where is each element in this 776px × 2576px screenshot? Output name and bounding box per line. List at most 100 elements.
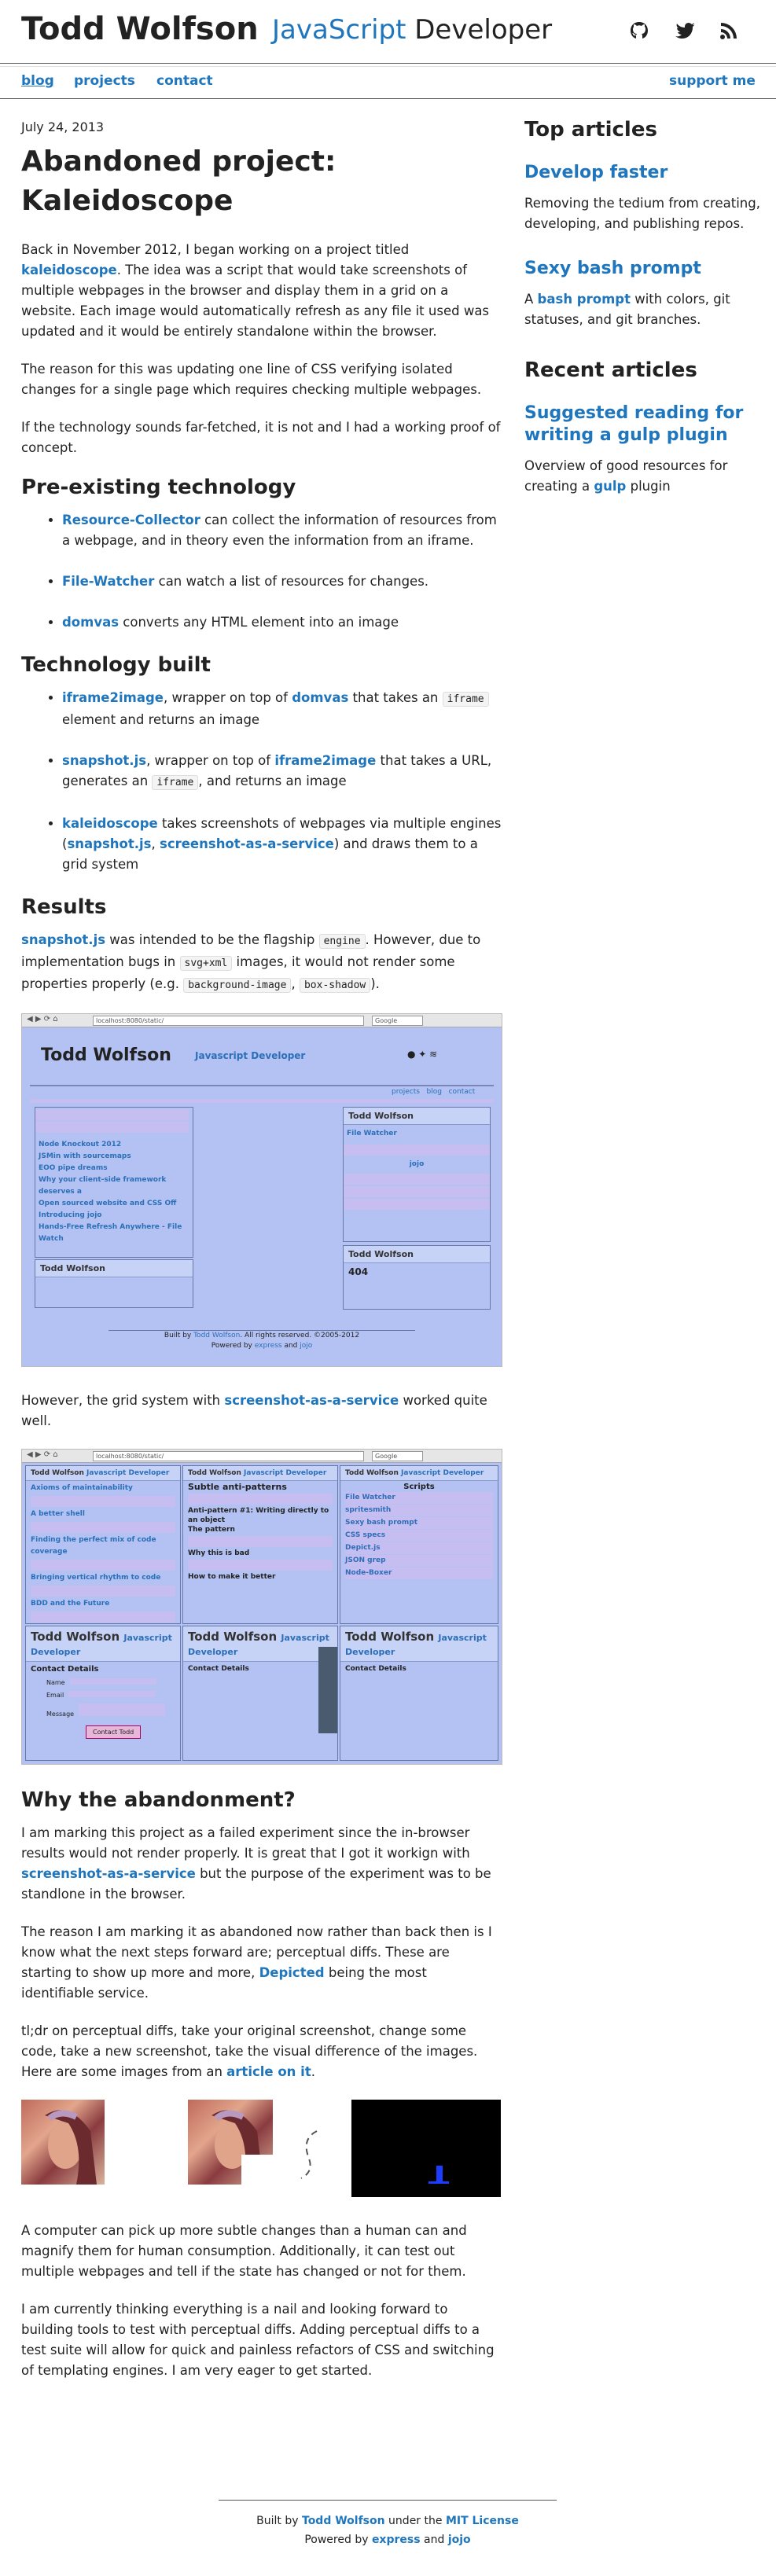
- snapshot-link[interactable]: snapshot.js: [67, 836, 151, 851]
- file-watcher-link[interactable]: File-Watcher: [62, 574, 154, 589]
- list-item: domvas converts any HTML element into an…: [62, 612, 502, 633]
- jojo-link[interactable]: jojo: [448, 2534, 471, 2546]
- field-box: [68, 1691, 156, 1697]
- pane-bar: [188, 1536, 333, 1547]
- text: and: [420, 2534, 448, 2546]
- list-item: iframe2image, wrapper on top of domvas t…: [62, 688, 502, 730]
- screenshot-service-link[interactable]: screenshot-as-a-service: [160, 836, 334, 851]
- end-paragraph-2: I am currently thinking everything is a …: [21, 2302, 495, 2378]
- depicted-link[interactable]: Depicted: [259, 1965, 325, 1980]
- pre-existing-heading: Pre-existing technology: [21, 476, 296, 499]
- kaleidoscope-link[interactable]: kaleidoscope: [21, 263, 117, 277]
- grid-pane: Todd Wolfson Javascript Developer Axioms…: [25, 1465, 181, 1624]
- pane-header: Todd Wolfson Javascript Developer: [26, 1466, 180, 1481]
- pane-bar: [344, 1186, 490, 1197]
- browser-toolbar: ◀ ▶ ⟳ ⌂ localhost:8080/static/ Google: [22, 1014, 502, 1027]
- express-link[interactable]: express: [372, 2534, 421, 2546]
- screenshot-service-link[interactable]: screenshot-as-a-service: [224, 1393, 399, 1408]
- pane-bar: [188, 1494, 333, 1505]
- list-item: BDD and the Future: [31, 1600, 110, 1608]
- domvas-link[interactable]: domvas: [62, 615, 119, 630]
- author-link[interactable]: Todd Wolfson: [302, 2515, 385, 2527]
- list-item: Depict.js: [345, 1542, 493, 1554]
- page-nav: projects blog contact: [392, 1088, 475, 1096]
- list-item: Node Knockout 2012: [39, 1141, 122, 1148]
- recent-article-desc: Overview of good resources for creating …: [524, 456, 760, 497]
- site-footer: Built by Todd Wolfson under the MIT Lice…: [219, 2500, 557, 2549]
- nav-item: blog: [426, 1088, 442, 1096]
- field-label: Name: [46, 1679, 65, 1686]
- list-item: EOO pipe dreams: [39, 1164, 108, 1172]
- contact-field: Email: [46, 1691, 175, 1699]
- pane-bar: [188, 1560, 333, 1571]
- top-article-link[interactable]: Sexy bash prompt: [524, 258, 760, 280]
- site-name[interactable]: Todd Wolfson: [21, 11, 259, 47]
- list-item: spritesmith: [345, 1505, 493, 1516]
- list-item: File Watcher: [345, 1492, 493, 1504]
- list-item: kaleidoscope takes screenshots of webpag…: [62, 814, 502, 875]
- nav-item: contact: [448, 1088, 476, 1096]
- article-link[interactable]: article on it: [226, 2064, 311, 2079]
- pane-subtitle: How to make it better: [188, 1573, 276, 1581]
- pane-bar: [344, 1174, 490, 1185]
- text: converts any HTML element into an image: [119, 615, 399, 630]
- main-nav: blog projects contact support me: [0, 66, 776, 99]
- list-item: jojo: [409, 1160, 425, 1168]
- nav-blog[interactable]: blog: [21, 73, 54, 89]
- top-articles-heading: Top articles: [524, 118, 657, 141]
- field-label: Message: [46, 1711, 75, 1718]
- pane-title: Subtle anti-patterns: [188, 1482, 287, 1492]
- divider: [30, 1099, 494, 1103]
- bash-prompt-link[interactable]: bash prompt: [538, 292, 631, 307]
- iframe2image-link[interactable]: iframe2image: [274, 753, 376, 768]
- nav-support[interactable]: support me: [669, 73, 756, 89]
- right-pane-2: Todd Wolfson 404: [343, 1245, 491, 1310]
- license-link[interactable]: MIT License: [446, 2515, 519, 2527]
- results-heading: Results: [21, 895, 107, 919]
- screenshot-service-link[interactable]: screenshot-as-a-service: [21, 1866, 196, 1881]
- nav-projects[interactable]: projects: [74, 73, 135, 89]
- right-pane: Todd Wolfson File Watcher jojo: [343, 1107, 491, 1242]
- twitter-icon[interactable]: [675, 20, 698, 44]
- back-forward-icon: ◀ ▶ ⟳ ⌂: [27, 1450, 58, 1459]
- domvas-link[interactable]: domvas: [292, 690, 348, 705]
- diff-image: [351, 2100, 501, 2197]
- snapshot-link[interactable]: snapshot.js: [21, 932, 105, 947]
- text: Powered by: [304, 2534, 372, 2546]
- text: Todd Wolfson: [31, 1630, 120, 1644]
- text: . All rights reserved. ©2005-2012: [240, 1332, 360, 1339]
- rss-icon[interactable]: [719, 20, 742, 44]
- github-icon[interactable]: [629, 20, 653, 44]
- page-title: Todd Wolfson: [41, 1045, 171, 1065]
- code-svgxml: svg+xml: [179, 956, 233, 971]
- role-rest: Developer: [406, 14, 553, 46]
- text: Todd Wolfson: [188, 1630, 278, 1644]
- search-bar: Google: [372, 1016, 423, 1026]
- grid-pane: Todd Wolfson Javascript Developer Subtle…: [182, 1465, 338, 1624]
- iframe2image-link[interactable]: iframe2image: [62, 690, 164, 705]
- intro-paragraph-3: If the technology sounds far-fetched, it…: [21, 420, 501, 455]
- nav-contact[interactable]: contact: [156, 73, 213, 89]
- contact-title: Contact Details: [31, 1665, 99, 1674]
- gulp-link[interactable]: gulp: [594, 479, 626, 494]
- link: jojo: [300, 1342, 313, 1350]
- snapshot-link[interactable]: snapshot.js: [62, 753, 146, 768]
- site-header: Todd Wolfson JavaScript Developer: [0, 0, 776, 64]
- pane-subtitle: The pattern: [188, 1526, 235, 1534]
- pane-title: Scripts: [403, 1483, 435, 1491]
- kaleidoscope-link[interactable]: kaleidoscope: [62, 816, 158, 831]
- list-item: Introducing jojo: [39, 1211, 102, 1219]
- top-article-link[interactable]: Develop faster: [524, 162, 760, 184]
- pane-bar: [344, 1199, 490, 1210]
- recent-article-link[interactable]: Suggested reading for writing a gulp plu…: [524, 402, 760, 446]
- text: However, the grid system with: [21, 1393, 225, 1408]
- pane-bar: [31, 1496, 175, 1507]
- code-iframe: iframe: [442, 692, 489, 707]
- contact-title: Contact Details: [188, 1665, 249, 1673]
- sidebar: Top articles Develop faster Removing the…: [524, 118, 760, 520]
- grid-pane: Todd Wolfson Javascript Developer Contac…: [182, 1626, 338, 1761]
- field-box: [79, 1703, 166, 1716]
- resource-collector-link[interactable]: Resource-Collector: [62, 513, 200, 527]
- list-item: Why your client-side framework deserves …: [39, 1176, 167, 1196]
- left-pane: Node Knockout 2012 JSMin with sourcemaps…: [35, 1107, 193, 1258]
